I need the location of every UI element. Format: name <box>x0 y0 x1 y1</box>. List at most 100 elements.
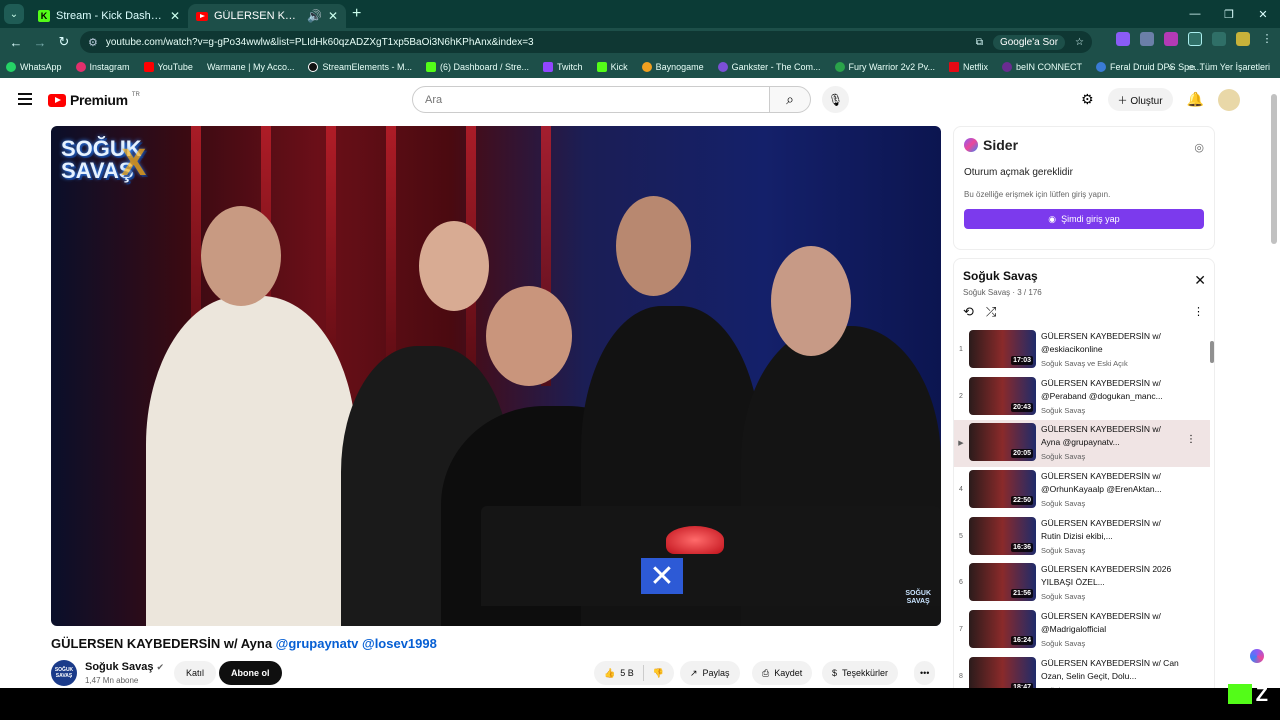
video-thumbnail[interactable]: 16:24 <box>969 610 1036 649</box>
bookmark-instagram[interactable]: Instagram <box>75 62 130 72</box>
playlist-item-meta: GÜLERSEN KAYBEDERSİN w/ @OrhunKayaalp @E… <box>1041 470 1181 508</box>
like-button[interactable]: 👍 5 B 👎 <box>594 661 674 685</box>
item-more-icon[interactable]: ⋮ <box>1186 434 1196 445</box>
restore-icon[interactable]: ❐ <box>1212 0 1246 28</box>
playlist-more-icon[interactable]: ⋮ <box>1193 305 1204 318</box>
notifications-bell-icon[interactable]: 🔔 <box>1187 91 1204 108</box>
reading-list-icon[interactable] <box>1212 32 1226 46</box>
video-thumbnail[interactable]: 17:03 <box>969 330 1036 368</box>
channel-avatar[interactable]: SOĞUK SAVAŞ <box>51 660 77 686</box>
bookmark-fury-warrior[interactable]: Fury Warrior 2v2 Pv... <box>834 62 935 72</box>
bookmark-gankster[interactable]: Gankster - The Com... <box>717 62 821 72</box>
menu-icon[interactable]: ⋮ <box>1260 32 1274 46</box>
page-scrollbar[interactable] <box>1271 94 1277 244</box>
new-tab-button[interactable]: + <box>352 5 361 23</box>
title-hashtag-links[interactable]: @grupaynatv @losev1998 <box>276 636 437 651</box>
youtube-logo[interactable]: Premium TR <box>48 92 140 108</box>
bookmark-bein[interactable]: beIN CONNECT <box>1002 62 1082 72</box>
playlist-item-meta: GÜLERSEN KAYBEDERSİN w/ Rutin Dizisi eki… <box>1041 517 1181 555</box>
video-thumbnail[interactable]: 22:50 <box>969 470 1036 509</box>
playlist-item-index: ▶ <box>958 440 964 448</box>
bookmarks-overflow-button[interactable]: » <box>1168 62 1173 72</box>
settings-icon[interactable]: ◎ <box>1194 141 1204 154</box>
shuffle-icon[interactable]: ⤮ <box>986 304 996 320</box>
playlist-item[interactable]: 4 22:50 GÜLERSEN KAYBEDERSİN w/ @OrhunKaya… <box>954 467 1210 514</box>
duration-badge: 16:36 <box>1011 542 1033 552</box>
bookmark-dashboard[interactable]: (6) Dashboard / Stre... <box>426 62 529 72</box>
video-thumbnail[interactable]: 16:36 <box>969 516 1036 555</box>
tab-youtube-video[interactable]: GÜLERSEN KAYBEDERSİN w/ Ayna @grupaynatv… <box>188 4 346 28</box>
save-button[interactable]: ⎙ Kaydet <box>752 661 813 685</box>
extension-gear-icon[interactable]: ⚙ <box>1081 91 1094 108</box>
person-head <box>201 206 281 306</box>
playlist-item-index: 4 <box>959 486 963 494</box>
create-button[interactable]: ＋ Oluştur <box>1107 88 1173 111</box>
close-icon[interactable]: ✕ <box>170 9 180 23</box>
bookmark-warmane[interactable]: Warmane | My Acco... <box>207 62 295 72</box>
thanks-button[interactable]: $ Teşekkürler <box>822 661 899 685</box>
playlist-title[interactable]: Soğuk Savaş <box>963 269 1038 283</box>
playlist-item[interactable]: 7 16:24 GÜLERSEN KAYBEDERSİN w/ @Madrigalo… <box>954 607 1210 654</box>
forward-icon[interactable]: → <box>28 35 52 50</box>
video-player[interactable]: ✕ SOĞUK SAVAŞ X SOĞUK SAVAŞ <box>51 126 941 626</box>
bookmark-whatsapp[interactable]: WhatsApp <box>6 62 62 72</box>
playlist-scrollbar[interactable] <box>1210 341 1214 363</box>
voice-search-button[interactable]: 🎙 <box>822 86 849 113</box>
video-thumbnail[interactable]: 18:47 <box>969 656 1036 688</box>
more-actions-button[interactable]: ••• <box>914 661 936 685</box>
bookmark-star-icon[interactable]: ☆ <box>1075 37 1084 48</box>
all-bookmarks-button[interactable]: ▭ Tüm Yer İşaretleri <box>1187 62 1270 73</box>
bookmark-youtube[interactable]: YouTube <box>143 62 193 72</box>
sider-extension-icon[interactable] <box>1116 32 1130 46</box>
search-input[interactable]: Ara <box>412 86 770 113</box>
bookmark-streamelements[interactable]: StreamElements - M... <box>308 62 412 72</box>
bookmark-kick[interactable]: Kick <box>596 62 628 72</box>
google-sor-button[interactable]: Google'a Sor <box>992 34 1066 50</box>
extension-icon[interactable] <box>1164 32 1178 46</box>
video-thumbnail[interactable]: 21:56 <box>969 563 1036 602</box>
reload-icon[interactable]: ↻ <box>52 34 76 50</box>
playlist-item[interactable]: ▶ 20:05 GÜLERSEN KAYBEDERSİN w/ Ayna @grup… <box>954 420 1210 468</box>
video-thumbnail[interactable]: 20:05 <box>969 423 1036 462</box>
video-thumbnail[interactable]: 20:43 <box>969 376 1036 415</box>
mic-icon: 🎙 <box>827 92 844 107</box>
playlist-item[interactable]: 6 21:56 GÜLERSEN KAYBEDERSİN 2026 YILBAŞI … <box>954 560 1210 607</box>
profile-icon[interactable] <box>1236 32 1250 46</box>
playlist-item[interactable]: 5 16:36 GÜLERSEN KAYBEDERSİN w/ Rutin Dizi… <box>954 514 1210 561</box>
install-app-icon[interactable]: ⧉ <box>976 37 983 48</box>
buzzer-x-box: ✕ <box>641 558 683 594</box>
show-logo: SOĞUK SAVAŞ X <box>61 136 147 184</box>
join-button[interactable]: Katıl <box>174 661 217 685</box>
close-icon[interactable]: ✕ <box>1194 272 1206 289</box>
bookmark-baynogame[interactable]: Baynogame <box>641 62 704 72</box>
tab-search-icon[interactable]: ⌄ <box>4 4 24 24</box>
share-button[interactable]: ↗ Paylaş <box>680 661 740 685</box>
puzzle-icon[interactable] <box>1188 32 1202 46</box>
close-icon[interactable]: ✕ <box>328 9 338 23</box>
tab-kick-dashboard[interactable]: K Stream - Kick Dashboard ✕ <box>30 4 188 28</box>
playlist-item[interactable]: 8 18:47 GÜLERSEN KAYBEDERSİN w/ Can Ozan, … <box>954 654 1210 688</box>
hamburger-menu-icon[interactable] <box>18 93 32 108</box>
country-code: TR <box>131 92 140 98</box>
site-info-icon[interactable]: ⚙ <box>88 36 98 49</box>
subscribe-button[interactable]: Abone ol <box>219 661 282 685</box>
back-icon[interactable]: ← <box>4 35 28 50</box>
channel-name[interactable]: Soğuk Savaş ✔ <box>85 661 164 673</box>
minimize-icon[interactable]: — <box>1178 0 1212 28</box>
avatar[interactable] <box>1218 88 1240 111</box>
playlist-item[interactable]: 2 20:43 GÜLERSEN KAYBEDERSİN w/ @Peraband … <box>954 374 1210 421</box>
sider-login-button[interactable]: ◉ Şimdi giriş yap <box>964 209 1204 229</box>
extension-icon[interactable] <box>1140 32 1154 46</box>
loop-icon[interactable]: ⟲ <box>963 304 974 320</box>
playlist-item[interactable]: 1 17:03 GÜLERSEN KAYBEDERSİN w/ @eskiaciko… <box>954 327 1210 374</box>
duration-badge: 17:03 <box>1011 356 1033 365</box>
address-bar[interactable]: ⚙ youtube.com/watch?v=g-gPo34wwlw&list=P… <box>80 31 1092 53</box>
playlist-item-title: GÜLERSEN KAYBEDERSİN w/ Rutin Dizisi eki… <box>1041 517 1161 541</box>
search-button[interactable]: ⌕ <box>769 86 811 113</box>
bookmark-netflix[interactable]: Netflix <box>949 62 988 72</box>
sider-floating-icon[interactable] <box>1250 649 1264 663</box>
speaker-icon[interactable]: 🔊 <box>307 9 322 23</box>
close-window-icon[interactable]: ✕ <box>1246 0 1280 28</box>
bookmark-twitch[interactable]: Twitch <box>543 62 583 72</box>
thumbs-down-icon[interactable]: 👎 <box>653 668 664 679</box>
